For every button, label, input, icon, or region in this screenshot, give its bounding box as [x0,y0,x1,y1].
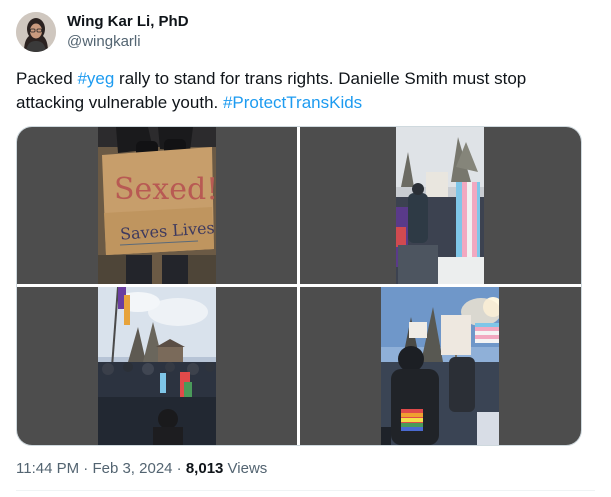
photo-large-crowd [98,287,216,445]
media-photo-1[interactable]: Sexed! Saves Lives [17,127,297,284]
photo-sign: Sexed! Saves Lives [98,127,216,284]
photo-crowd-flag [396,127,484,284]
tweet-date[interactable]: Feb 3, 2024 [92,460,172,477]
tweet-meta: 11:44 PM · Feb 3, 2024 · 8,013 Views [16,460,267,477]
tweet-text: Packed #yeg rally to stand for trans rig… [16,67,596,115]
author-name[interactable]: Wing Kar Li, PhD [67,13,189,30]
meta-separator: · [172,460,186,477]
media-photo-2[interactable] [300,127,581,284]
tweet: Wing Kar Li, PhD @wingkarli Packed #yeg … [0,0,611,497]
media-grid: Sexed! Saves Lives [16,126,582,446]
media-photo-3[interactable] [17,287,297,445]
media-photo-4[interactable] [300,287,581,445]
meta-separator: · [79,460,93,477]
avatar[interactable] [16,12,56,52]
hashtag-link[interactable]: #yeg [77,69,114,88]
divider [16,490,595,491]
avatar-image [16,12,56,52]
sign-text-1: Sexed! [114,172,216,207]
photo-signs-flags [381,287,499,445]
tweet-time[interactable]: 11:44 PM [16,460,79,477]
author-handle[interactable]: @wingkarli [67,33,141,50]
hashtag-link[interactable]: #ProtectTransKids [223,93,362,112]
views-label: Views [223,460,268,477]
views-count[interactable]: 8,013 [186,460,224,477]
tweet-text-part: Packed [16,69,78,88]
